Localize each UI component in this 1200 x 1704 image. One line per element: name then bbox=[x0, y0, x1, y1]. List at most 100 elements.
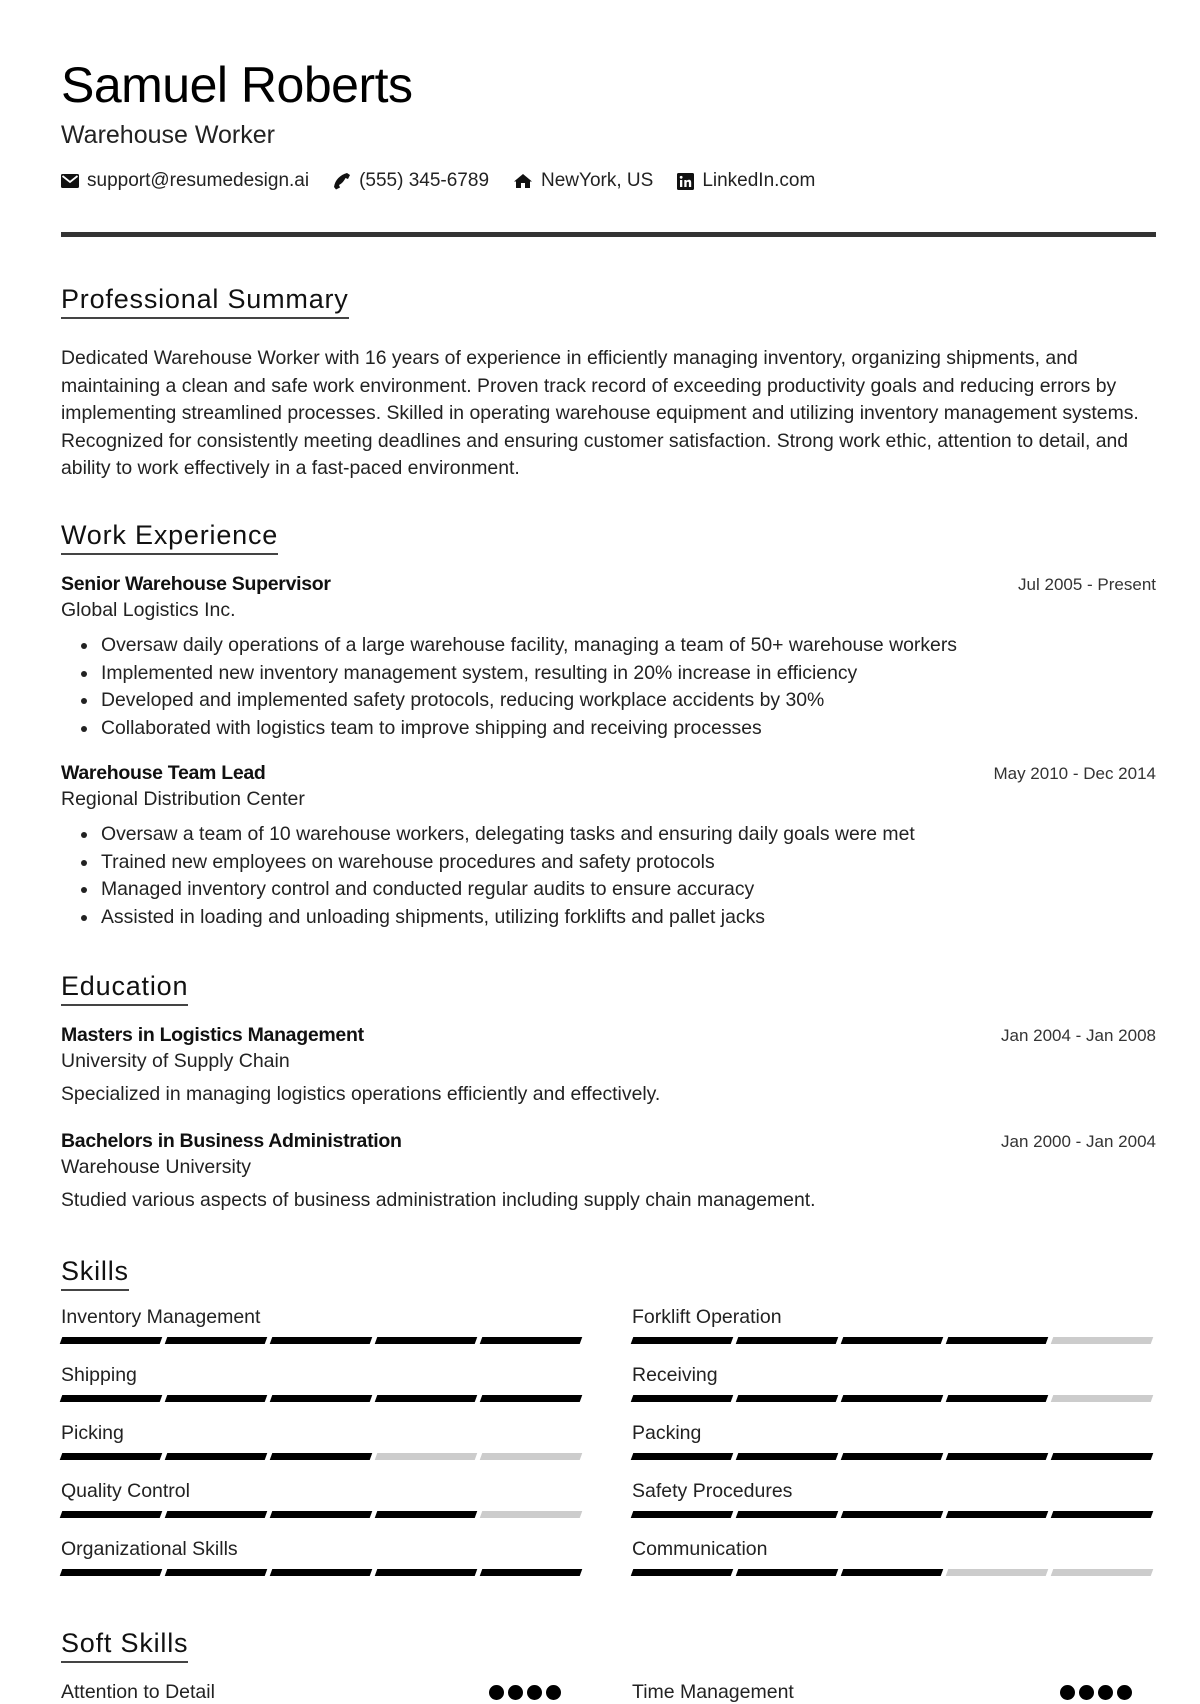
skill-level-bar bbox=[59, 1569, 587, 1576]
skill-segment-filled bbox=[630, 1511, 734, 1518]
skill-segment-empty bbox=[374, 1453, 478, 1460]
soft-skill-item: Attention to Detail bbox=[61, 1681, 561, 1704]
skill-segment-filled bbox=[945, 1337, 1049, 1344]
skill-segment-filled bbox=[735, 1511, 839, 1518]
envelope-icon bbox=[61, 174, 79, 188]
skill-segment-filled bbox=[59, 1337, 163, 1344]
soft-skill-name: Attention to Detail bbox=[61, 1681, 215, 1703]
skill-level-bar bbox=[630, 1395, 1158, 1402]
skill-level-bar bbox=[630, 1337, 1158, 1344]
header-divider bbox=[61, 232, 1156, 237]
education-description: Studied various aspects of business admi… bbox=[61, 1189, 816, 1211]
home-icon bbox=[514, 174, 533, 188]
skill-segment-filled bbox=[945, 1395, 1049, 1402]
phone-icon bbox=[334, 173, 351, 190]
contact-linkedin-text: LinkedIn.com bbox=[702, 170, 816, 191]
education-description: Specialized in managing logistics operat… bbox=[61, 1083, 661, 1105]
contact-linkedin[interactable]: LinkedIn.com bbox=[677, 170, 815, 192]
skill-segment-empty bbox=[1050, 1569, 1154, 1576]
skill-segment-filled bbox=[164, 1337, 268, 1344]
skill-name: Communication bbox=[632, 1538, 768, 1560]
degree-title: Bachelors in Business Administration bbox=[61, 1130, 402, 1152]
job-bullet: Oversaw daily operations of a large ware… bbox=[99, 632, 1156, 660]
skill-name: Safety Procedures bbox=[632, 1480, 793, 1502]
job-bullet: Collaborated with logistics team to impr… bbox=[99, 715, 1156, 743]
contact-phone[interactable]: (555) 345-6789 bbox=[333, 170, 489, 192]
skill-segment-filled bbox=[269, 1511, 373, 1518]
skill-segment-filled bbox=[59, 1511, 163, 1518]
skill-segment-filled bbox=[1050, 1511, 1154, 1518]
skill-segment-filled bbox=[735, 1569, 839, 1576]
soft-skill-rating bbox=[1056, 1685, 1132, 1700]
soft-skill-rating bbox=[485, 1685, 561, 1700]
skill-level-bar bbox=[630, 1453, 1158, 1460]
skill-segment-filled bbox=[374, 1395, 478, 1402]
skill-segment-filled bbox=[840, 1337, 944, 1344]
job-entry: Warehouse Team Lead May 2010 - Dec 2014 … bbox=[61, 762, 1156, 931]
job-title: Warehouse Team Lead bbox=[61, 762, 266, 784]
skill-segment-filled bbox=[479, 1569, 583, 1576]
job-dates: May 2010 - Dec 2014 bbox=[993, 764, 1156, 783]
skill-item: Quality Control bbox=[59, 1480, 587, 1518]
contact-email[interactable]: support@resumedesign.ai bbox=[61, 170, 309, 192]
skill-level-bar bbox=[630, 1511, 1158, 1518]
skill-segment-filled bbox=[59, 1395, 163, 1402]
skill-segment-filled bbox=[374, 1569, 478, 1576]
section-heading-experience: Work Experience bbox=[61, 519, 279, 556]
skill-segment-filled bbox=[945, 1453, 1049, 1460]
skill-segment-filled bbox=[479, 1395, 583, 1402]
skill-name: Receiving bbox=[632, 1364, 718, 1386]
skill-name: Packing bbox=[632, 1422, 702, 1444]
skill-segment-filled bbox=[374, 1337, 478, 1344]
skill-name: Quality Control bbox=[61, 1480, 190, 1502]
skill-segment-filled bbox=[59, 1569, 163, 1576]
skill-segment-filled bbox=[1050, 1453, 1154, 1460]
skill-segment-filled bbox=[840, 1395, 944, 1402]
education-entry: Masters in Logistics Management Jan 2004… bbox=[61, 1024, 1156, 1106]
skill-segment-empty bbox=[1050, 1395, 1154, 1402]
job-entry: Senior Warehouse Supervisor Jul 2005 - P… bbox=[61, 573, 1156, 742]
skill-level-bar bbox=[59, 1453, 587, 1460]
education-entry: Bachelors in Business Administration Jan… bbox=[61, 1130, 1156, 1212]
job-bullets: Oversaw a team of 10 warehouse workers, … bbox=[61, 821, 1156, 931]
skill-level-bar bbox=[59, 1395, 587, 1402]
rating-dot bbox=[1117, 1685, 1132, 1700]
skill-segment-empty bbox=[479, 1511, 583, 1518]
skill-segment-filled bbox=[479, 1337, 583, 1344]
skill-item: Forklift Operation bbox=[630, 1306, 1158, 1344]
skill-segment-filled bbox=[269, 1569, 373, 1576]
job-bullet: Assisted in loading and unloading shipme… bbox=[99, 904, 1156, 932]
contact-bar: support@resumedesign.ai (555) 345-6789 N… bbox=[61, 170, 839, 192]
contact-location-text: NewYork, US bbox=[541, 170, 654, 191]
job-bullet: Implemented new inventory management sys… bbox=[99, 660, 1156, 688]
skill-name: Organizational Skills bbox=[61, 1538, 238, 1560]
job-dates: Jul 2005 - Present bbox=[1018, 575, 1156, 594]
skill-item: Receiving bbox=[630, 1364, 1158, 1402]
skill-segment-filled bbox=[374, 1511, 478, 1518]
skill-name: Inventory Management bbox=[61, 1306, 261, 1328]
skill-segment-empty bbox=[479, 1453, 583, 1460]
skill-level-bar bbox=[59, 1337, 587, 1344]
skill-segment-filled bbox=[630, 1337, 734, 1344]
skill-item: Organizational Skills bbox=[59, 1538, 587, 1576]
education-dates: Jan 2000 - Jan 2004 bbox=[1000, 1132, 1156, 1151]
skill-segment-filled bbox=[164, 1453, 268, 1460]
skill-segment-filled bbox=[630, 1453, 734, 1460]
job-bullet: Developed and implemented safety protoco… bbox=[99, 687, 1156, 715]
candidate-title: Warehouse Worker bbox=[61, 121, 275, 149]
soft-skill-item: Time Management bbox=[632, 1681, 1132, 1704]
degree-title: Masters in Logistics Management bbox=[61, 1024, 364, 1046]
skill-segment-filled bbox=[269, 1395, 373, 1402]
soft-skill-name: Time Management bbox=[632, 1681, 794, 1703]
job-bullet: Trained new employees on warehouse proce… bbox=[99, 849, 1156, 877]
rating-dot bbox=[1079, 1685, 1094, 1700]
skill-segment-filled bbox=[269, 1337, 373, 1344]
skill-segment-filled bbox=[735, 1395, 839, 1402]
rating-dot bbox=[1060, 1685, 1075, 1700]
job-bullet: Managed inventory control and conducted … bbox=[99, 876, 1156, 904]
skill-segment-filled bbox=[164, 1511, 268, 1518]
skill-item: Packing bbox=[630, 1422, 1158, 1460]
skill-segment-filled bbox=[630, 1569, 734, 1576]
section-heading-skills: Skills bbox=[61, 1255, 129, 1292]
school-name: University of Supply Chain bbox=[61, 1050, 290, 1072]
